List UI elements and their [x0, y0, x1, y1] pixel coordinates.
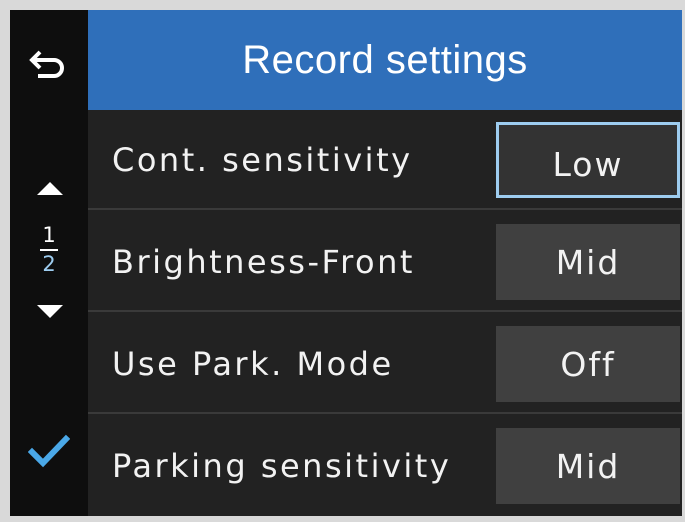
setting-label: Brightness-Front: [112, 243, 415, 281]
triangle-down-icon[interactable]: [35, 304, 65, 320]
page-current: 1: [40, 222, 58, 251]
setting-value-button[interactable]: Off: [496, 326, 680, 402]
checkmark-icon[interactable]: [28, 434, 70, 468]
setting-row-parking-sensitivity[interactable]: Parking sensitivity Mid: [88, 416, 682, 516]
device-frame: 1 2 Record settings Cont. sensitivity Lo…: [0, 0, 685, 522]
setting-row-brightness-front[interactable]: Brightness-Front Mid: [88, 212, 682, 312]
setting-label: Use Park. Mode: [112, 345, 394, 383]
setting-value-button[interactable]: Low: [496, 122, 680, 198]
setting-label: Parking sensitivity: [112, 447, 452, 485]
page-indicator: 1 2: [10, 222, 88, 277]
header: Record settings: [88, 10, 682, 110]
setting-label: Cont. sensitivity: [112, 141, 413, 179]
settings-list: Cont. sensitivity Low Brightness-Front M…: [88, 110, 682, 516]
sidebar: 1 2: [10, 10, 88, 516]
triangle-up-icon[interactable]: [35, 180, 65, 196]
page-total: 2: [42, 252, 56, 276]
back-arrow-icon[interactable]: [28, 48, 68, 80]
setting-row-cont-sensitivity[interactable]: Cont. sensitivity Low: [88, 110, 682, 210]
screen: 1 2 Record settings Cont. sensitivity Lo…: [10, 10, 682, 516]
setting-value-button[interactable]: Mid: [496, 428, 680, 504]
setting-row-use-park-mode[interactable]: Use Park. Mode Off: [88, 314, 682, 414]
setting-value-button[interactable]: Mid: [496, 224, 680, 300]
page-title: Record settings: [242, 37, 528, 82]
